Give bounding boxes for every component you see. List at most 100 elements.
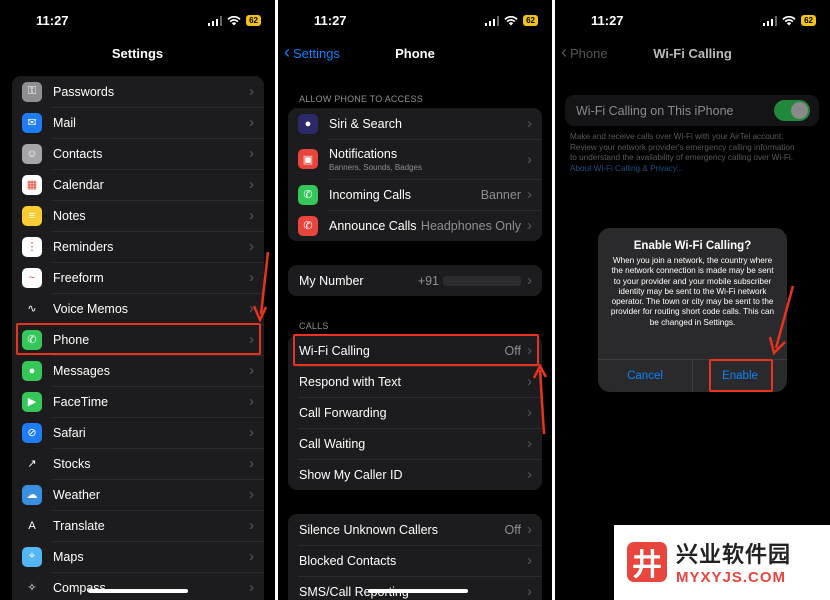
wifi-calling-toggle-label: Wi-Fi Calling on This iPhone (576, 103, 734, 118)
chevron-right-icon: › (249, 362, 254, 379)
incoming-calls-icon: ✆ (298, 184, 318, 205)
cancel-button[interactable]: Cancel (598, 360, 692, 392)
row-label: Show My Caller ID (299, 467, 403, 482)
row-passwords[interactable]: ⚿ Passwords › (12, 76, 264, 107)
row-compass[interactable]: ✧ Compass › (12, 572, 264, 600)
status-time: 11:27 (314, 13, 347, 28)
wifi-calling-screen: 11:27 62 ‹ Phone Wi-Fi Calling Wi-Fi Call… (555, 0, 830, 600)
chevron-right-icon: › (249, 548, 254, 565)
enable-highlight-box (709, 359, 773, 392)
row-label: FaceTime (53, 394, 109, 409)
my-number-value: +91 (417, 273, 439, 288)
row-reminders[interactable]: ⋮ Reminders › (12, 231, 264, 262)
status-bar: 11:27 62 (278, 12, 552, 32)
row-respond-with-text[interactable]: Respond with Text › (288, 366, 542, 397)
wifi-icon (782, 15, 796, 25)
row-weather[interactable]: ☁ Weather › (12, 479, 264, 510)
page-title: Phone (395, 46, 435, 61)
row-stocks[interactable]: ↗ Stocks › (12, 448, 264, 479)
row-calendar[interactable]: ▦ Calendar › (12, 169, 264, 200)
row-voice-memos[interactable]: ∿ Voice Memos › (12, 293, 264, 324)
wifi-calling-toggle[interactable] (774, 100, 810, 121)
dialog-message: When you join a network, the country whe… (610, 256, 775, 327)
chevron-right-icon: › (249, 517, 254, 534)
row-title: Notifications (329, 146, 398, 161)
row-announce-calls[interactable]: ✆ Announce Calls Headphones Only › (288, 210, 542, 241)
freeform-icon: ~ (22, 267, 42, 288)
row-call-waiting[interactable]: Call Waiting › (288, 428, 542, 459)
phone-settings-screen: 11:27 62 ‹ Settings Phone ALLOW PHONE TO … (278, 0, 552, 600)
row-sms-call-reporting[interactable]: SMS/Call Reporting › (288, 576, 542, 600)
cellular-signal-icon (484, 15, 500, 26)
contacts-icon: ☺ (22, 143, 42, 164)
watermark-chinese-text: 兴业软件园 (676, 542, 792, 567)
calendar-icon: ▦ (22, 174, 42, 195)
row-label: Incoming Calls (329, 187, 411, 202)
cellular-signal-icon (207, 15, 223, 26)
row-notifications[interactable]: ▣ Notifications Banners, Sounds, Badges › (288, 139, 542, 179)
chevron-right-icon: › (527, 521, 532, 538)
dialog-title: Enable Wi-Fi Calling? (633, 240, 752, 252)
row-label: Translate (53, 518, 105, 533)
row-freeform[interactable]: ~ Freeform › (12, 262, 264, 293)
notes-icon: ≡ (22, 205, 42, 226)
wifi-calling-highlight-box (293, 334, 539, 366)
chevron-right-icon: › (249, 486, 254, 503)
home-indicator[interactable] (368, 589, 468, 593)
row-facetime[interactable]: ▶ FaceTime › (12, 386, 264, 417)
blurred-number (443, 275, 521, 286)
wifi-calling-toggle-row: Wi-Fi Calling on This iPhone (565, 95, 819, 126)
chevron-right-icon: › (249, 455, 254, 472)
battery-indicator: 62 (523, 15, 538, 26)
row-safari[interactable]: ⊘ Safari › (12, 417, 264, 448)
row-silence-unknown-callers[interactable]: Silence Unknown Callers Off › (288, 514, 542, 545)
row-maps[interactable]: ⌖ Maps › (12, 541, 264, 572)
translate-icon: A (22, 515, 42, 536)
settings-screen: 11:27 62 Settings ⚿ Passwords › ✉ Mail › ☺ Cont… (0, 0, 275, 600)
access-group: ● Siri & Search › ▣ Notifications Banners, So… (288, 108, 542, 241)
row-label: Maps (53, 549, 84, 564)
row-value: Banner (480, 187, 521, 202)
arrow-to-phone-icon (252, 251, 270, 322)
footer-text: Make and receive calls over Wi-Fi with y… (570, 132, 795, 162)
cellular-signal-icon (762, 15, 778, 26)
about-wifi-calling-link[interactable]: About Wi-Fi Calling & Privacy... (570, 164, 683, 173)
status-bar: 11:27 62 (0, 12, 275, 32)
row-siri-search[interactable]: ● Siri & Search › (288, 108, 542, 139)
my-number-row[interactable]: My Number +91 › (288, 265, 542, 296)
status-bar: 11:27 62 (555, 12, 830, 32)
row-label: Freeform (53, 270, 104, 285)
section-header-calls: CALLS (299, 321, 329, 331)
row-translate[interactable]: A Translate › (12, 510, 264, 541)
mail-icon: ✉ (22, 112, 42, 133)
announce-calls-icon: ✆ (298, 215, 318, 236)
safari-icon: ⊘ (22, 422, 42, 443)
row-label: Stocks (53, 456, 91, 471)
phone-highlight-box (16, 323, 261, 355)
compass-icon: ✧ (22, 577, 42, 598)
wifi-calling-toggle-group: Wi-Fi Calling on This iPhone (565, 95, 819, 126)
row-subtitle: Banners, Sounds, Badges (329, 162, 422, 172)
tutorial-screenshot: 11:27 62 Settings ⚿ Passwords › ✉ Mail › ☺ Cont… (0, 0, 830, 600)
row-blocked-contacts[interactable]: Blocked Contacts › (288, 545, 542, 576)
reminders-icon: ⋮ (22, 236, 42, 257)
watermark-logo: 井 (627, 542, 667, 582)
row-incoming-calls[interactable]: ✆ Incoming Calls Banner › (288, 179, 542, 210)
chevron-right-icon: › (249, 393, 254, 410)
messages-icon: ● (22, 360, 42, 381)
row-call-forwarding[interactable]: Call Forwarding › (288, 397, 542, 428)
row-mail[interactable]: ✉ Mail › (12, 107, 264, 138)
weather-icon: ☁ (22, 484, 42, 505)
status-time: 11:27 (591, 13, 624, 28)
home-indicator[interactable] (88, 589, 188, 593)
chevron-right-icon: › (527, 466, 532, 483)
row-contacts[interactable]: ☺ Contacts › (12, 138, 264, 169)
row-notes[interactable]: ≡ Notes › (12, 200, 264, 231)
row-show-my-caller-id[interactable]: Show My Caller ID › (288, 459, 542, 490)
status-time: 11:27 (36, 13, 69, 28)
chevron-right-icon: › (249, 83, 254, 100)
row-messages[interactable]: ● Messages › (12, 355, 264, 386)
notifications-icon: ▣ (298, 149, 318, 169)
chevron-right-icon: › (527, 217, 532, 234)
chevron-right-icon: › (527, 373, 532, 390)
